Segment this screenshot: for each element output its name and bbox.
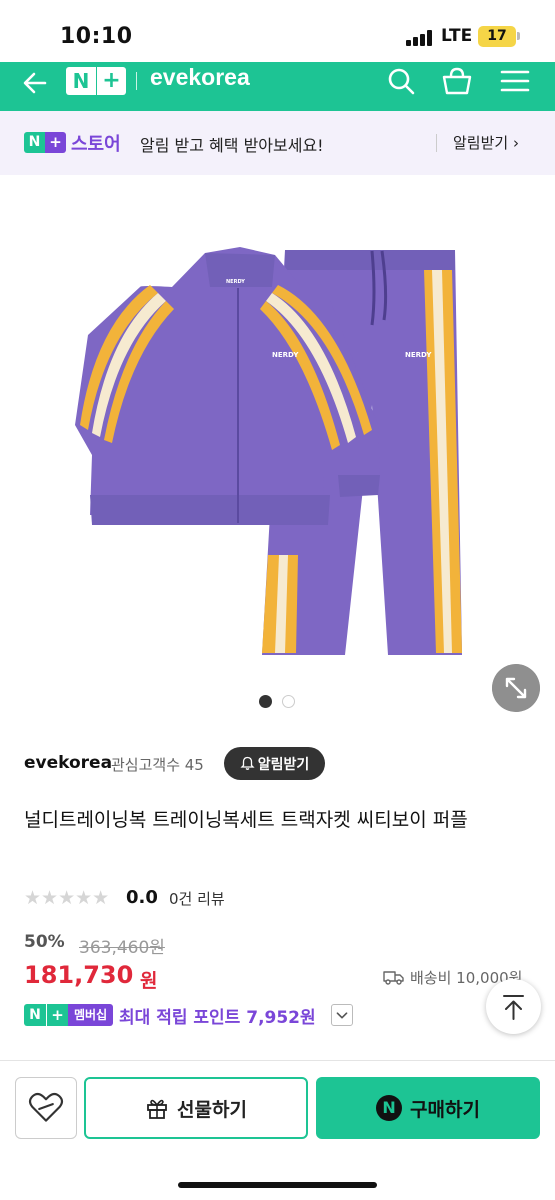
pagination-dot[interactable] bbox=[282, 695, 295, 708]
nplus-logo[interactable]: N + bbox=[66, 67, 126, 95]
membership-badge-plus: + bbox=[46, 1004, 68, 1026]
image-pagination[interactable] bbox=[259, 695, 299, 709]
buy-button[interactable]: N 구매하기 bbox=[316, 1077, 540, 1139]
sale-price-unit: 원 bbox=[140, 970, 158, 992]
product-title: 널디트레이닝복 트레이닝복세트 트랙자켓 씨티보이 퍼플 bbox=[24, 809, 468, 831]
nplus-logo-n: N bbox=[72, 69, 90, 93]
scroll-top-button[interactable] bbox=[486, 979, 541, 1034]
battery-cap bbox=[517, 32, 520, 40]
status-time: 10:10 bbox=[60, 24, 133, 49]
nplus-store-logo: N + bbox=[24, 132, 66, 153]
pagination-dot-active[interactable] bbox=[259, 695, 272, 708]
home-indicator bbox=[178, 1182, 377, 1188]
pants-logo-text: NERDY bbox=[405, 351, 432, 359]
banner-subscribe-link[interactable]: 알림받기 › bbox=[453, 132, 519, 153]
store-label: 스토어 bbox=[71, 134, 121, 155]
expand-image-button[interactable] bbox=[492, 664, 540, 712]
alarm-button-label: 알림받기 bbox=[257, 756, 310, 773]
gift-button-label: 선물하기 bbox=[177, 1098, 247, 1121]
wishlist-button[interactable] bbox=[15, 1077, 77, 1139]
sale-price: 181,730 bbox=[24, 961, 134, 989]
arrow-up-icon bbox=[503, 995, 524, 1020]
top-header: N + evekorea bbox=[0, 62, 555, 111]
back-arrow-icon[interactable] bbox=[20, 68, 50, 98]
battery-icon: 17 bbox=[478, 26, 516, 47]
discount-rate: 50% bbox=[24, 932, 65, 952]
status-bar: 10:10 LTE 17 bbox=[0, 0, 555, 62]
header-divider bbox=[136, 72, 137, 90]
chevron-down-icon bbox=[336, 1012, 348, 1019]
banner-message: 알림 받고 혜택 받아보세요! bbox=[140, 136, 324, 155]
buy-button-label: 구매하기 bbox=[410, 1098, 480, 1121]
max-points: 최대 적립 포인트 7,952원 bbox=[119, 1008, 316, 1028]
purchase-bar: 선물하기 N 구매하기 bbox=[0, 1060, 555, 1200]
product-image[interactable]: NERDY NERDY NERDY bbox=[0, 175, 555, 715]
membership-badge: N + 멤버십 bbox=[24, 1004, 114, 1026]
gift-icon bbox=[147, 1099, 167, 1119]
review-count[interactable]: 0건 리뷰 bbox=[169, 888, 225, 909]
signal-icon bbox=[406, 30, 436, 46]
star-icons: ★★★★★ bbox=[24, 887, 110, 909]
npay-icon: N bbox=[376, 1095, 403, 1121]
nplus-store-logo-n: N bbox=[24, 132, 45, 153]
nplus-store-logo-plus: + bbox=[45, 132, 66, 153]
rating-stars: ★★★★★ bbox=[24, 888, 109, 908]
jacket-logo-text: NERDY bbox=[272, 351, 299, 359]
collar-logo-text: NERDY bbox=[226, 279, 245, 285]
membership-badge-n: N bbox=[24, 1004, 46, 1026]
points-expand-toggle[interactable] bbox=[331, 1004, 353, 1026]
network-label: LTE bbox=[441, 26, 473, 46]
tracksuit-illustration: NERDY NERDY NERDY bbox=[75, 247, 462, 655]
banner-divider bbox=[436, 134, 437, 152]
original-price: 363,460원 bbox=[79, 938, 165, 958]
seller-followers: 관심고객수 45 bbox=[111, 756, 204, 774]
search-icon[interactable] bbox=[386, 66, 416, 96]
bell-icon bbox=[240, 756, 255, 770]
gift-button[interactable]: 선물하기 bbox=[84, 1077, 308, 1139]
alarm-subscribe-button[interactable]: 알림받기 bbox=[224, 747, 325, 780]
nplus-logo-plus: + bbox=[96, 67, 126, 95]
rating-score: 0.0 bbox=[126, 887, 158, 908]
membership-badge-label: 멤버십 bbox=[68, 1004, 114, 1026]
truck-icon bbox=[383, 971, 404, 985]
notification-banner[interactable]: N + 스토어 알림 받고 혜택 받아보세요! 알림받기 › bbox=[0, 111, 555, 175]
basket-icon[interactable] bbox=[441, 66, 473, 96]
store-brand-name[interactable]: evekorea bbox=[150, 64, 250, 91]
seller-name[interactable]: evekorea bbox=[24, 753, 112, 773]
menu-icon[interactable] bbox=[500, 68, 530, 94]
